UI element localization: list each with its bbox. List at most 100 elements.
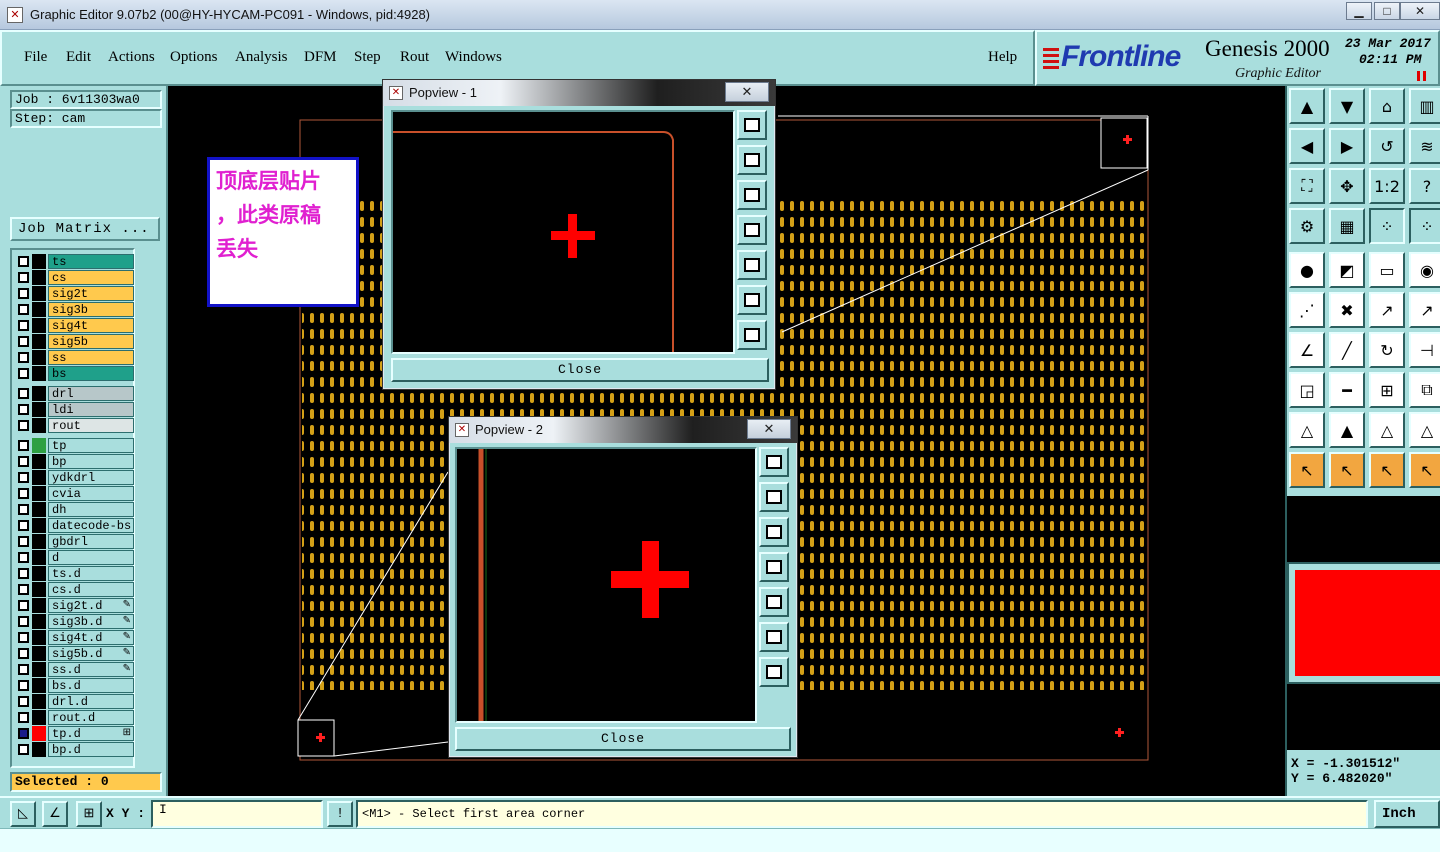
layer-color-swatch[interactable]: [32, 662, 46, 677]
triangle-icon[interactable]: △: [1289, 412, 1325, 448]
layer-name[interactable]: drl: [48, 386, 134, 401]
layer-color-swatch[interactable]: [32, 318, 46, 333]
home-icon[interactable]: ⌂: [1369, 88, 1405, 124]
snap-icon[interactable]: ⁘: [1369, 208, 1405, 244]
zoom-fit-icon[interactable]: [737, 110, 767, 140]
split-view-icon[interactable]: ▥: [1409, 88, 1440, 124]
layer-checkbox[interactable]: [18, 520, 29, 531]
ruler-icon[interactable]: ▭: [1369, 252, 1405, 288]
layer-row[interactable]: cs: [16, 270, 134, 285]
grid-mode-icon[interactable]: ⊞: [76, 801, 102, 827]
job-matrix-button[interactable]: Job Matrix ...: [10, 217, 160, 241]
zoom-center-icon[interactable]: ✥: [1329, 168, 1365, 204]
slash-icon[interactable]: ╱: [1329, 332, 1365, 368]
layer-color-swatch[interactable]: [32, 486, 46, 501]
layer-row[interactable]: ldi: [16, 402, 134, 417]
layer-name[interactable]: cs.d: [48, 582, 134, 597]
layer-checkbox[interactable]: [18, 536, 29, 547]
menu-file[interactable]: File: [24, 49, 47, 66]
layer-name[interactable]: bs: [48, 366, 134, 381]
layer-row[interactable]: sig3b: [16, 302, 134, 317]
layer-row[interactable]: bp: [16, 454, 134, 469]
layer-checkbox[interactable]: [18, 568, 29, 579]
layer-name[interactable]: tp.d ⊞: [48, 726, 134, 741]
layer-color-swatch[interactable]: [32, 518, 46, 533]
layer-checkbox[interactable]: [18, 388, 29, 399]
pan-left-icon[interactable]: [737, 215, 767, 245]
popview-1-close-button[interactable]: Close: [391, 358, 769, 382]
move-feature-icon[interactable]: ◲: [1289, 372, 1325, 408]
layer-name[interactable]: sig3b.d ✎: [48, 614, 134, 629]
layer-row[interactable]: sig4t: [16, 318, 134, 333]
layer-checkbox[interactable]: [18, 256, 29, 267]
minus-icon[interactable]: ━: [1329, 372, 1365, 408]
popview-2-view[interactable]: [455, 447, 757, 723]
layer-color-swatch[interactable]: [32, 646, 46, 661]
move-left-icon[interactable]: ◀: [1289, 128, 1325, 164]
grid-icon[interactable]: ▦: [1329, 208, 1365, 244]
popview-1-close-icon[interactable]: ✕: [725, 82, 769, 102]
layer-color-swatch[interactable]: [32, 302, 46, 317]
pan-right-icon[interactable]: [759, 587, 789, 617]
layer-color-swatch[interactable]: [32, 502, 46, 517]
layer-row[interactable]: sig5b: [16, 334, 134, 349]
rout-icon[interactable]: ≋: [1409, 128, 1440, 164]
layer-name[interactable]: cs: [48, 270, 134, 285]
minimize-button[interactable]: ▁: [1346, 2, 1372, 20]
layer-color-swatch[interactable]: [32, 614, 46, 629]
layer-name[interactable]: bs.d: [48, 678, 134, 693]
layer-row[interactable]: ts: [16, 254, 134, 269]
layer-name[interactable]: cvia: [48, 486, 134, 501]
layer-color-swatch[interactable]: [32, 582, 46, 597]
layer-checkbox[interactable]: [18, 352, 29, 363]
layer-name[interactable]: ldi: [48, 402, 134, 417]
snap-alt-icon[interactable]: ⁘: [1409, 208, 1440, 244]
pan-left-icon[interactable]: [759, 552, 789, 582]
layer-row[interactable]: cvia: [16, 486, 134, 501]
layer-name[interactable]: sig2t.d ✎: [48, 598, 134, 613]
measure-icon[interactable]: ⚙: [1289, 208, 1325, 244]
zoom-extents-icon[interactable]: ⛶: [1289, 168, 1325, 204]
layer-row[interactable]: cs.d: [16, 582, 134, 597]
layer-checkbox[interactable]: [18, 600, 29, 611]
layer-checkbox[interactable]: [18, 456, 29, 467]
layer-row[interactable]: ts.d: [16, 566, 134, 581]
pan-up-icon[interactable]: [759, 482, 789, 512]
menu-windows[interactable]: Windows: [445, 49, 502, 66]
layer-row[interactable]: sig3b.d ✎: [16, 614, 134, 629]
menu-edit[interactable]: Edit: [66, 49, 91, 66]
layer-checkbox[interactable]: [18, 368, 29, 379]
layer-name[interactable]: ts: [48, 254, 134, 269]
zoom-in-icon[interactable]: [737, 285, 767, 315]
layer-checkbox[interactable]: [18, 504, 29, 515]
angle-mode-icon[interactable]: ∠: [42, 801, 68, 827]
layer-color-swatch[interactable]: [32, 694, 46, 709]
layer-name[interactable]: sig2t: [48, 286, 134, 301]
menu-options[interactable]: Options: [170, 49, 218, 66]
layer-color-swatch[interactable]: [32, 334, 46, 349]
arc-icon[interactable]: ↻: [1369, 332, 1405, 368]
pointer-path-icon[interactable]: ↖: [1409, 452, 1440, 488]
menu-rout[interactable]: Rout: [400, 49, 429, 66]
layer-row[interactable]: sig2t: [16, 286, 134, 301]
layer-up-icon[interactable]: ▲: [1289, 88, 1325, 124]
layer-row[interactable]: dh: [16, 502, 134, 517]
layer-name[interactable]: sig5b.d ✎: [48, 646, 134, 661]
menu-help[interactable]: Help: [988, 49, 1017, 66]
layer-color-swatch[interactable]: [32, 598, 46, 613]
pointer-frame-icon[interactable]: ↖: [1369, 452, 1405, 488]
layer-checkbox[interactable]: [18, 648, 29, 659]
layer-name[interactable]: tp: [48, 438, 134, 453]
layer-down-icon[interactable]: ▼: [1329, 88, 1365, 124]
maximize-button[interactable]: □: [1374, 2, 1400, 20]
layer-color-swatch[interactable]: [32, 350, 46, 365]
units-selector[interactable]: Inch: [1374, 800, 1440, 828]
layer-row[interactable]: drl.d: [16, 694, 134, 709]
layer-name[interactable]: d: [48, 550, 134, 565]
pan-up-icon[interactable]: [737, 145, 767, 175]
zoom-out-icon[interactable]: [759, 657, 789, 687]
layer-name[interactable]: ss.d ✎: [48, 662, 134, 677]
layer-name[interactable]: ydkdrl: [48, 470, 134, 485]
layer-row[interactable]: ss: [16, 350, 134, 365]
popview-2-close-button[interactable]: Close: [455, 727, 791, 751]
